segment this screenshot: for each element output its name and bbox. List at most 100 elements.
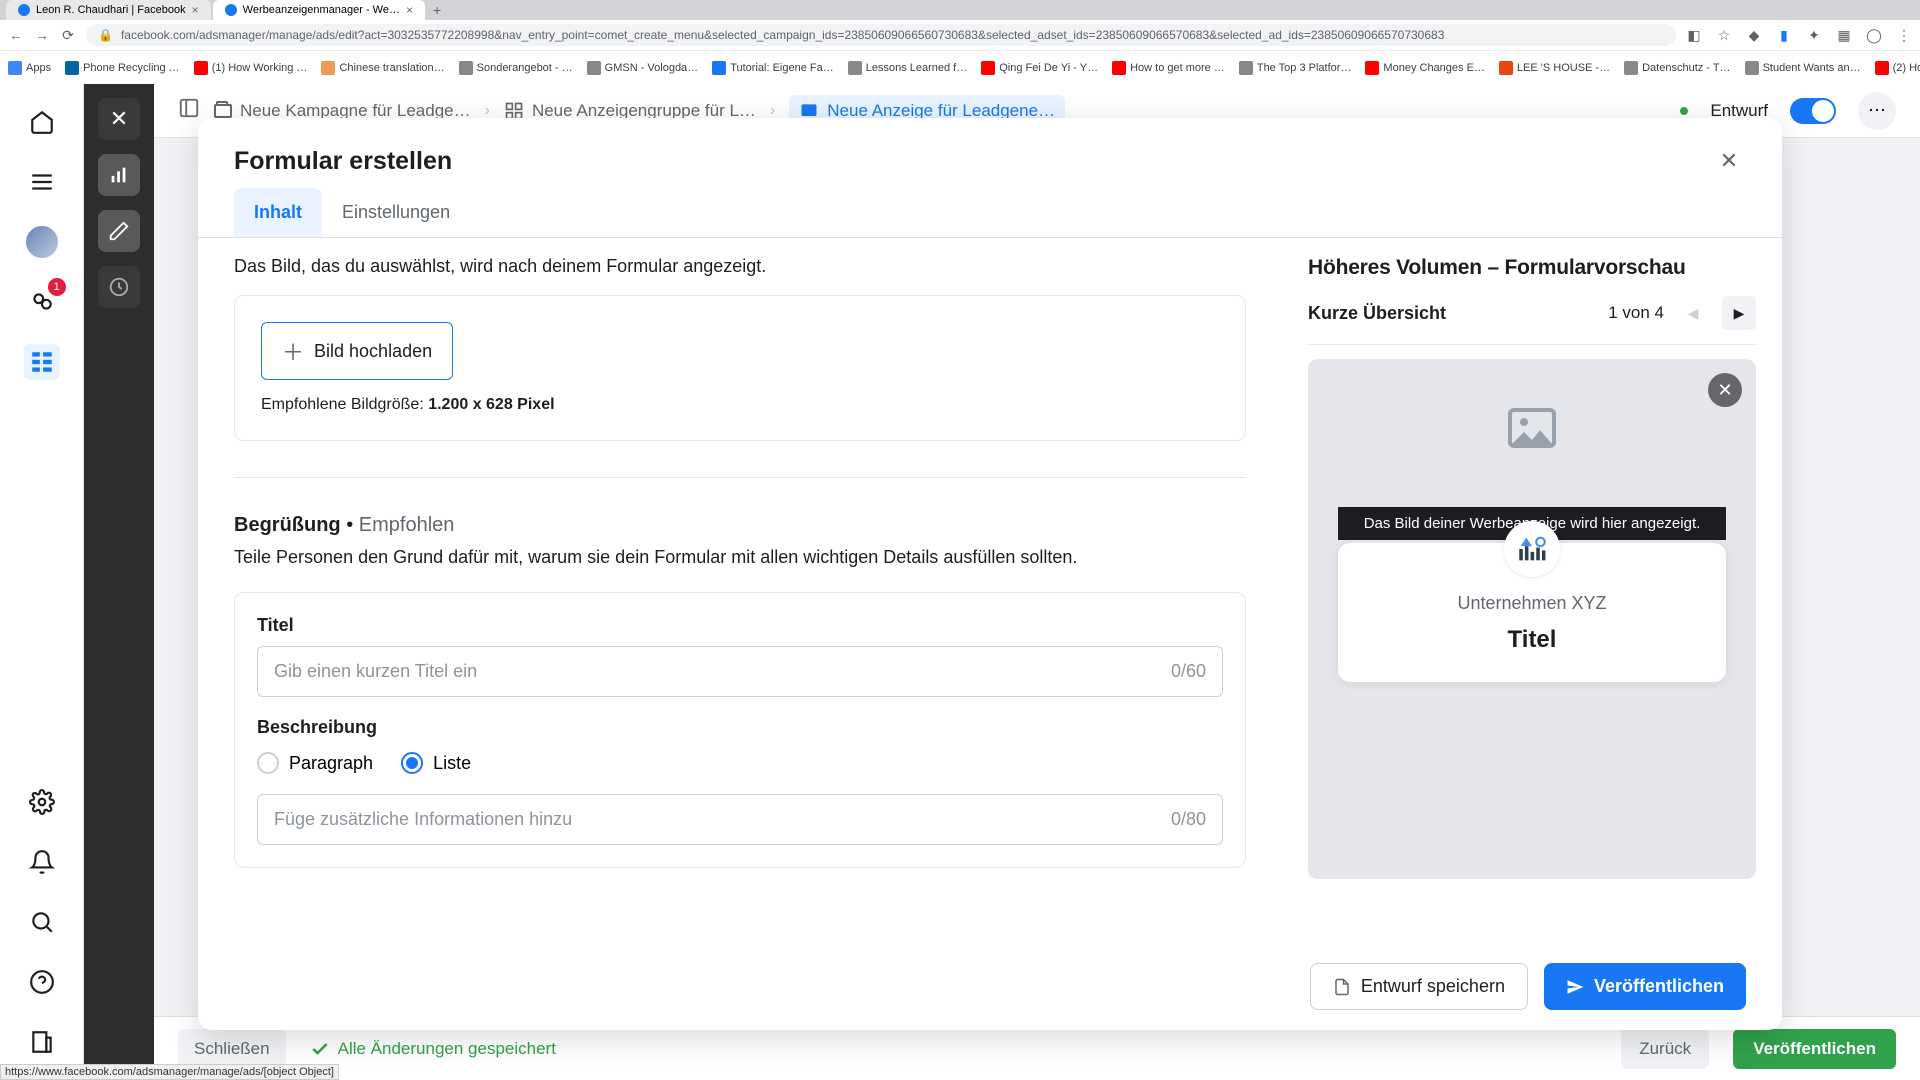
radio-icon bbox=[257, 752, 279, 774]
url-text: facebook.com/adsmanager/manage/ads/edit?… bbox=[121, 28, 1444, 42]
home-icon[interactable] bbox=[24, 104, 60, 140]
close-editor-button[interactable]: ✕ bbox=[98, 98, 140, 140]
browser-tabs: Leon R. Chaudhari | Facebook × Werbeanze… bbox=[0, 0, 1920, 20]
publish-button[interactable]: Veröffentlichen bbox=[1733, 1029, 1896, 1069]
address-bar[interactable]: 🔒 facebook.com/adsmanager/manage/ads/edi… bbox=[86, 24, 1676, 46]
close-icon[interactable]: ✕ bbox=[1712, 144, 1746, 178]
avatar[interactable] bbox=[24, 224, 60, 260]
gear-icon[interactable] bbox=[24, 784, 60, 820]
panel-icon[interactable] bbox=[178, 97, 200, 124]
close-icon[interactable]: × bbox=[406, 3, 413, 17]
bookmark-item[interactable]: Student Wants an… bbox=[1745, 61, 1861, 75]
radio-icon bbox=[401, 752, 423, 774]
reports-icon[interactable] bbox=[24, 1024, 60, 1060]
publish-form-button[interactable]: Veröffentlichen bbox=[1544, 963, 1746, 1010]
card-title: Titel bbox=[1338, 626, 1726, 654]
bookmark-item[interactable]: (2) How To Add A… bbox=[1875, 61, 1920, 75]
menu-icon[interactable]: ⋮ bbox=[1896, 27, 1912, 43]
gdrive-icon[interactable]: ◧ bbox=[1686, 27, 1702, 43]
browser-chrome: Leon R. Chaudhari | Facebook × Werbeanze… bbox=[0, 0, 1920, 84]
help-icon[interactable] bbox=[24, 964, 60, 1000]
preview-close-icon[interactable]: ✕ bbox=[1708, 373, 1742, 407]
field-label-title: Titel bbox=[257, 615, 1223, 636]
bookmark-item[interactable]: Sonderangebot - … bbox=[459, 61, 573, 75]
preview-canvas: ✕ Das Bild deiner Werbeanzeige wird hier… bbox=[1308, 359, 1756, 879]
bookmark-item[interactable]: Phone Recycling … bbox=[65, 61, 180, 75]
title-input[interactable]: Gib einen kurzen Titel ein 0/60 bbox=[257, 646, 1223, 697]
upload-image-button[interactable]: ＋ Bild hochladen bbox=[261, 322, 453, 380]
extension-icon[interactable]: ▦ bbox=[1836, 27, 1852, 43]
reload-icon[interactable]: ⟳ bbox=[60, 27, 76, 43]
section-desc: Teile Personen den Grund dafür mit, waru… bbox=[234, 545, 1246, 570]
preview-title: Höheres Volumen – Formularvorschau bbox=[1308, 256, 1756, 280]
radio-paragraph[interactable]: Paragraph bbox=[257, 752, 373, 774]
chart-icon[interactable] bbox=[98, 154, 140, 196]
puzzle-icon[interactable]: ✦ bbox=[1806, 27, 1822, 43]
char-counter: 0/80 bbox=[1171, 809, 1206, 830]
bookmark-item[interactable]: Tutorial: Eigene Fa… bbox=[712, 61, 834, 75]
ads-manager-icon[interactable] bbox=[24, 344, 60, 380]
apps-button[interactable]: Apps bbox=[8, 61, 51, 75]
close-icon[interactable]: × bbox=[192, 3, 199, 17]
send-icon bbox=[1566, 978, 1584, 996]
clock-icon[interactable] bbox=[98, 266, 140, 308]
image-placeholder-icon bbox=[1508, 407, 1556, 449]
field-label-desc: Beschreibung bbox=[257, 717, 1223, 738]
bell-icon[interactable] bbox=[24, 844, 60, 880]
browser-tab[interactable]: Leon R. Chaudhari | Facebook × bbox=[6, 0, 211, 20]
bookmark-item[interactable]: (1) How Working … bbox=[194, 61, 308, 75]
plus-icon: ＋ bbox=[282, 335, 304, 367]
forward-icon[interactable]: → bbox=[34, 27, 50, 43]
company-name: Unternehmen XYZ bbox=[1338, 593, 1726, 614]
edit-rail: ✕ bbox=[84, 84, 154, 1080]
status-link: https://www.facebook.com/adsmanager/mana… bbox=[0, 1064, 339, 1080]
browser-tab[interactable]: Werbeanzeigenmanager - We… × bbox=[213, 0, 425, 20]
fb-ext-icon[interactable]: ▮ bbox=[1776, 27, 1792, 43]
check-icon bbox=[310, 1039, 330, 1059]
favicon-icon bbox=[18, 4, 30, 16]
bookmark-item[interactable]: Datenschutz - T… bbox=[1624, 61, 1730, 75]
tab-content[interactable]: Inhalt bbox=[234, 188, 322, 237]
tab-title: Leon R. Chaudhari | Facebook bbox=[36, 4, 186, 16]
search-icon[interactable] bbox=[24, 904, 60, 940]
bookmark-item[interactable]: Lessons Learned f… bbox=[848, 61, 968, 75]
profile-icon[interactable]: ◯ bbox=[1866, 27, 1882, 43]
extra-info-input[interactable]: Füge zusätzliche Informationen hinzu 0/8… bbox=[257, 794, 1223, 845]
saved-indicator: Alle Änderungen gespeichert bbox=[310, 1039, 556, 1059]
address-row: ← → ⟳ 🔒 facebook.com/adsmanager/manage/a… bbox=[0, 20, 1920, 50]
menu-icon[interactable] bbox=[24, 164, 60, 200]
modal-title: Formular erstellen bbox=[234, 147, 452, 176]
prev-button[interactable]: ◀ bbox=[1676, 296, 1710, 330]
modal-footer: Entwurf speichern Veröffentlichen bbox=[198, 943, 1782, 1030]
document-icon bbox=[1333, 977, 1351, 997]
bookmark-item[interactable]: LEE 'S HOUSE -… bbox=[1499, 61, 1610, 75]
back-button[interactable]: Zurück bbox=[1621, 1029, 1709, 1069]
bookmark-item[interactable]: Money Changes E… bbox=[1365, 61, 1485, 75]
extension-icon[interactable]: ◆ bbox=[1746, 27, 1762, 43]
new-tab-button[interactable]: + bbox=[433, 2, 441, 18]
chevron-right-icon: › bbox=[770, 102, 775, 120]
greeting-fields: Titel Gib einen kurzen Titel ein 0/60 Be… bbox=[234, 592, 1246, 868]
notification-badge: 1 bbox=[48, 278, 66, 296]
folder-icon bbox=[214, 104, 232, 118]
status-toggle[interactable] bbox=[1790, 98, 1836, 124]
pencil-icon[interactable] bbox=[98, 210, 140, 252]
chevron-right-icon: › bbox=[485, 102, 490, 120]
star-icon[interactable]: ☆ bbox=[1716, 27, 1732, 43]
back-icon[interactable]: ← bbox=[8, 27, 24, 43]
audiences-icon[interactable]: 1 bbox=[24, 284, 60, 320]
bookmark-item[interactable]: How to get more … bbox=[1112, 61, 1225, 75]
close-button[interactable]: Schließen bbox=[178, 1029, 286, 1069]
logo-icon bbox=[1515, 532, 1549, 566]
save-draft-button[interactable]: Entwurf speichern bbox=[1310, 963, 1528, 1010]
tab-settings[interactable]: Einstellungen bbox=[322, 188, 470, 237]
upload-hint: Empfohlene Bildgröße: 1.200 x 628 Pixel bbox=[261, 396, 1219, 414]
bookmark-item[interactable]: Chinese translation… bbox=[321, 61, 444, 75]
bookmark-item[interactable]: GMSN - Vologda… bbox=[587, 61, 699, 75]
modal-tabs: Inhalt Einstellungen bbox=[198, 188, 1782, 238]
next-button[interactable]: ▶ bbox=[1722, 296, 1756, 330]
bookmark-item[interactable]: Qing Fei De Yi - Y… bbox=[981, 61, 1098, 75]
bookmark-item[interactable]: The Top 3 Platfor… bbox=[1239, 61, 1352, 75]
radio-list[interactable]: Liste bbox=[401, 752, 471, 774]
more-menu-button[interactable]: ⋯ bbox=[1858, 92, 1896, 130]
